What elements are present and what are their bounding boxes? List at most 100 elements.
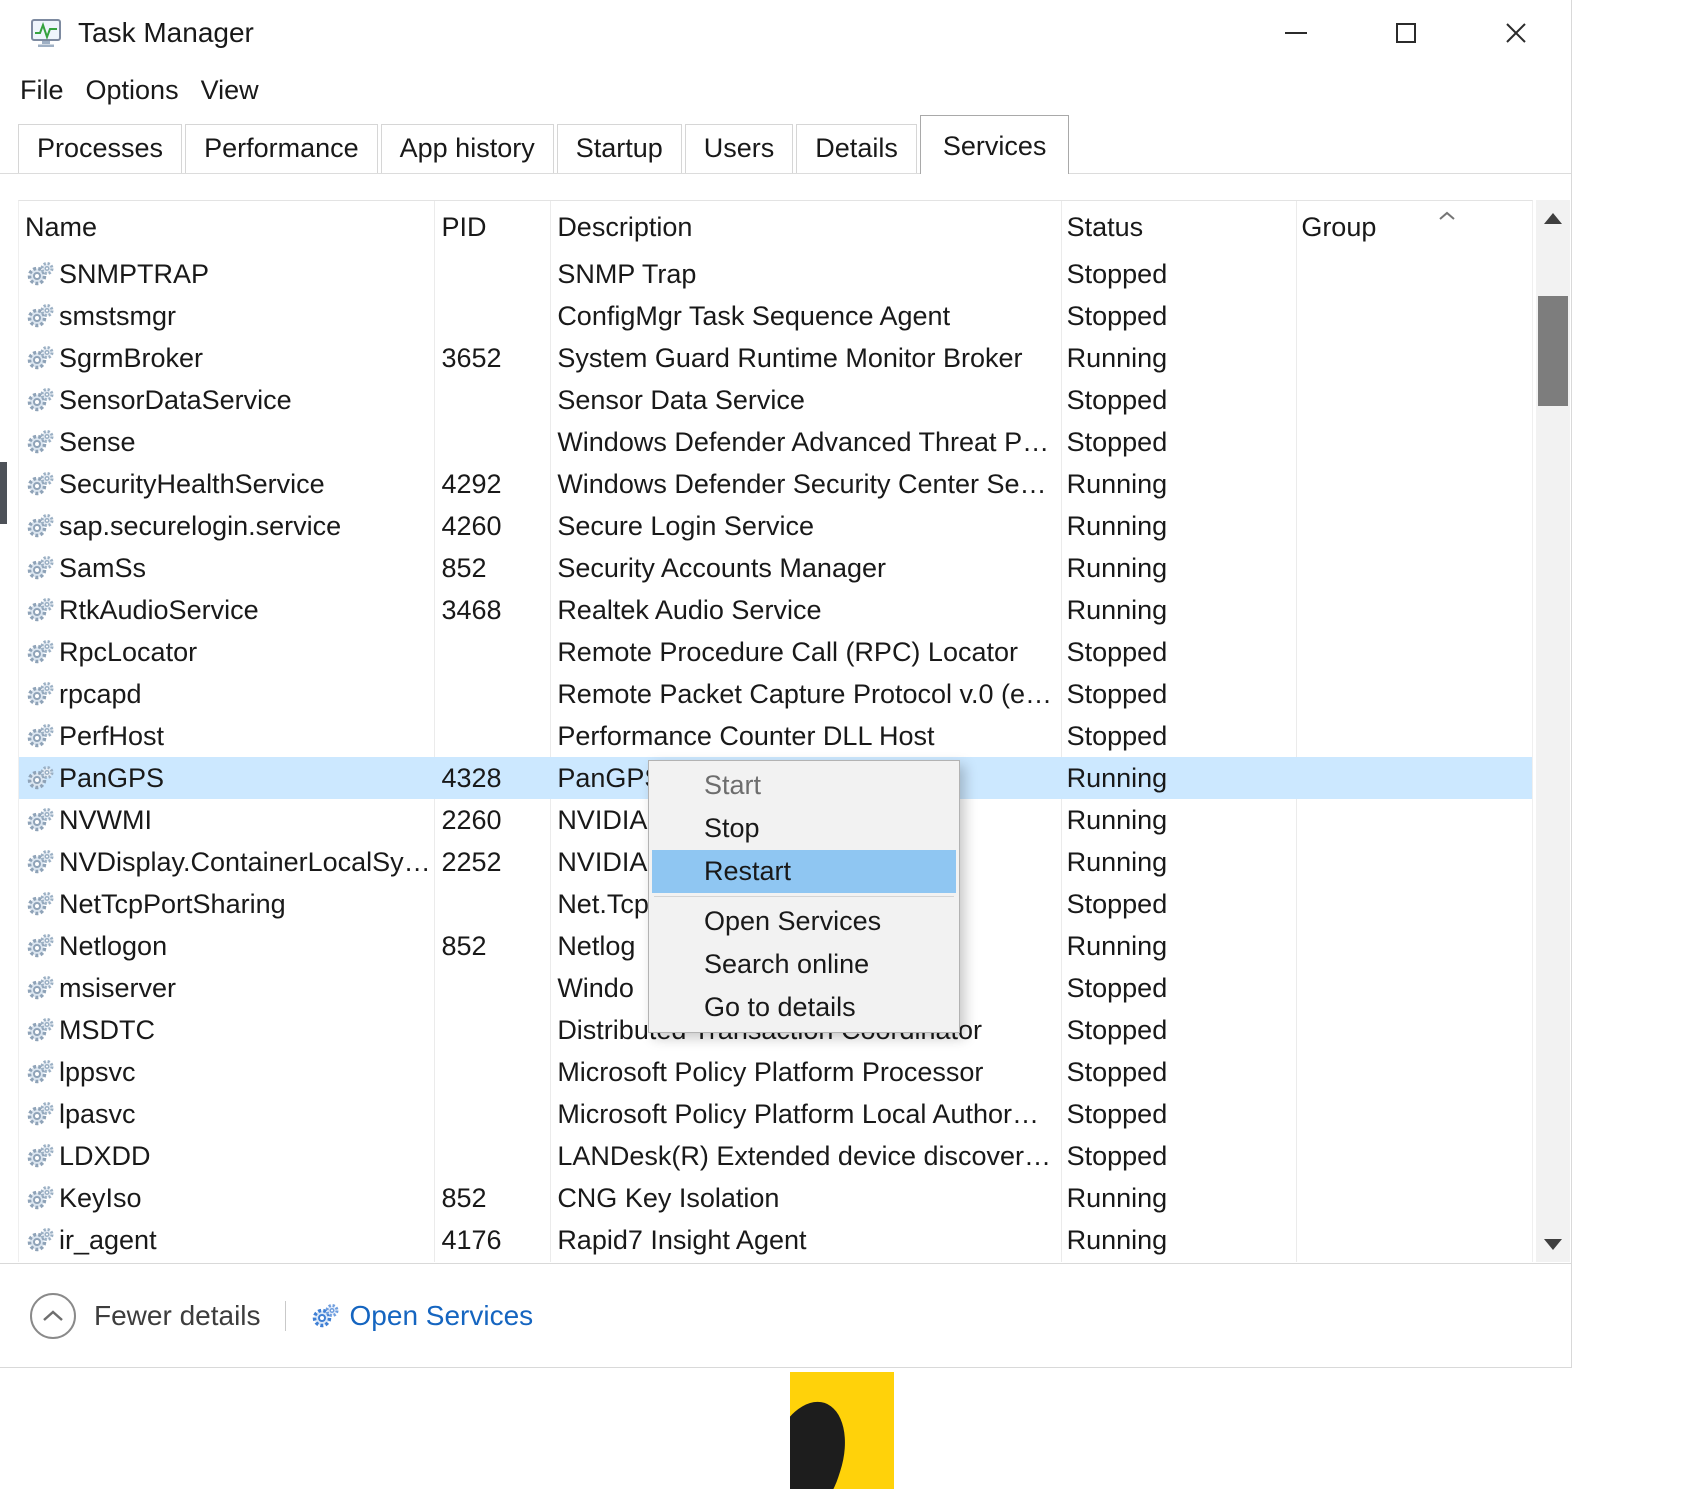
service-pid bbox=[433, 1051, 549, 1093]
column-header-group[interactable]: Group bbox=[1294, 201, 1532, 253]
service-group bbox=[1294, 1135, 1532, 1177]
table-row[interactable]: smstsmgr ConfigMgr Task Sequence Agent S… bbox=[19, 295, 1532, 337]
menu-view[interactable]: View bbox=[201, 75, 259, 106]
service-pid bbox=[433, 631, 549, 673]
table-row[interactable]: SNMPTRAP SNMP Trap Stopped bbox=[19, 253, 1532, 295]
service-group bbox=[1294, 1219, 1532, 1261]
service-status: Stopped bbox=[1060, 1135, 1295, 1177]
service-group bbox=[1294, 1093, 1532, 1135]
menu-item-start[interactable]: Start bbox=[652, 764, 956, 807]
tab-processes[interactable]: Processes bbox=[18, 124, 182, 173]
close-icon bbox=[1504, 21, 1528, 45]
tab-bar: ProcessesPerformanceApp historyStartupUs… bbox=[0, 112, 1571, 174]
menu-options[interactable]: Options bbox=[86, 75, 179, 106]
table-row[interactable]: SecurityHealthService 4292 Windows Defen… bbox=[19, 463, 1532, 505]
service-name: KeyIso bbox=[59, 1183, 142, 1214]
scroll-down-icon bbox=[1544, 1239, 1562, 1250]
menu-item-restart[interactable]: Restart bbox=[652, 850, 956, 893]
open-services-link[interactable]: Open Services bbox=[310, 1300, 534, 1332]
table-row[interactable]: Sense Windows Defender Advanced Threat P… bbox=[19, 421, 1532, 463]
service-name: Netlogon bbox=[59, 931, 167, 962]
menu-bar: File Options View bbox=[0, 66, 259, 114]
menu-item-go-to-details[interactable]: Go to details bbox=[652, 986, 956, 1029]
service-group bbox=[1294, 715, 1532, 757]
column-header-name[interactable]: Name bbox=[19, 201, 433, 253]
service-name: PerfHost bbox=[59, 721, 164, 752]
service-description: Windows Defender Security Center Se… bbox=[549, 463, 1059, 505]
fewer-details-label[interactable]: Fewer details bbox=[94, 1300, 261, 1332]
table-row[interactable]: SamSs 852 Security Accounts Manager Runn… bbox=[19, 547, 1532, 589]
minimize-button[interactable] bbox=[1241, 0, 1351, 66]
service-name: SensorDataService bbox=[59, 385, 292, 416]
service-group bbox=[1294, 1177, 1532, 1219]
service-gear-icon bbox=[25, 1183, 55, 1213]
service-status: Running bbox=[1060, 463, 1295, 505]
table-row[interactable]: ir_agent 4176 Rapid7 Insight Agent Runni… bbox=[19, 1219, 1532, 1261]
column-header-status[interactable]: Status bbox=[1060, 201, 1295, 253]
service-status: Running bbox=[1060, 925, 1295, 967]
service-group bbox=[1294, 1051, 1532, 1093]
service-pid bbox=[433, 1009, 549, 1051]
close-button[interactable] bbox=[1461, 0, 1571, 66]
service-description: Sensor Data Service bbox=[549, 379, 1059, 421]
service-group bbox=[1294, 379, 1532, 421]
fewer-details-button[interactable] bbox=[30, 1293, 76, 1339]
service-name: SecurityHealthService bbox=[59, 469, 325, 500]
tab-users[interactable]: Users bbox=[685, 124, 794, 173]
menu-item-stop[interactable]: Stop bbox=[652, 807, 956, 850]
table-row[interactable]: lppsvc Microsoft Policy Platform Process… bbox=[19, 1051, 1532, 1093]
scroll-up-button[interactable] bbox=[1536, 200, 1570, 236]
menu-file[interactable]: File bbox=[20, 75, 64, 106]
service-status: Stopped bbox=[1060, 883, 1295, 925]
service-pid: 852 bbox=[433, 547, 549, 589]
service-status: Running bbox=[1060, 841, 1295, 883]
menu-item-open-services[interactable]: Open Services bbox=[652, 900, 956, 943]
table-row[interactable]: RtkAudioService 3468 Realtek Audio Servi… bbox=[19, 589, 1532, 631]
table-row[interactable]: SensorDataService Sensor Data Service St… bbox=[19, 379, 1532, 421]
scroll-down-button[interactable] bbox=[1536, 1226, 1570, 1262]
window-controls bbox=[1241, 0, 1571, 66]
left-edge-artifact bbox=[0, 462, 7, 524]
service-status: Running bbox=[1060, 1219, 1295, 1261]
tab-details[interactable]: Details bbox=[796, 124, 917, 173]
table-row[interactable]: rpcapd Remote Packet Capture Protocol v.… bbox=[19, 673, 1532, 715]
maximize-icon bbox=[1396, 23, 1416, 43]
column-header-pid[interactable]: PID bbox=[433, 201, 549, 253]
service-status: Running bbox=[1060, 589, 1295, 631]
maximize-button[interactable] bbox=[1351, 0, 1461, 66]
service-group bbox=[1294, 295, 1532, 337]
scrollbar-thumb[interactable] bbox=[1538, 296, 1568, 406]
service-pid bbox=[433, 379, 549, 421]
service-pid: 852 bbox=[433, 925, 549, 967]
menu-item-search-online[interactable]: Search online bbox=[652, 943, 956, 986]
title-bar: Task Manager bbox=[0, 0, 1571, 66]
menu-separator bbox=[654, 896, 954, 897]
tab-services[interactable]: Services bbox=[920, 115, 1070, 174]
service-group bbox=[1294, 1009, 1532, 1051]
table-row[interactable]: PerfHost Performance Counter DLL Host St… bbox=[19, 715, 1532, 757]
vertical-scrollbar[interactable] bbox=[1536, 200, 1570, 1262]
table-row[interactable]: lpasvc Microsoft Policy Platform Local A… bbox=[19, 1093, 1532, 1135]
table-row[interactable]: SgrmBroker 3652 System Guard Runtime Mon… bbox=[19, 337, 1532, 379]
task-manager-app-icon bbox=[30, 17, 64, 49]
table-row[interactable]: sap.securelogin.service 4260 Secure Logi… bbox=[19, 505, 1532, 547]
table-row[interactable]: KeyIso 852 CNG Key Isolation Running bbox=[19, 1177, 1532, 1219]
service-name: lppsvc bbox=[59, 1057, 136, 1088]
tab-startup[interactable]: Startup bbox=[557, 124, 682, 173]
service-name: rpcapd bbox=[59, 679, 142, 710]
service-name: RtkAudioService bbox=[59, 595, 259, 626]
service-pid: 2252 bbox=[433, 841, 549, 883]
table-row[interactable]: RpcLocator Remote Procedure Call (RPC) L… bbox=[19, 631, 1532, 673]
service-group bbox=[1294, 589, 1532, 631]
table-header: Name PID Description Status Group bbox=[19, 201, 1532, 253]
service-pid: 4328 bbox=[433, 757, 549, 799]
table-row[interactable]: LDXDD LANDesk(R) Extended device discove… bbox=[19, 1135, 1532, 1177]
service-pid: 4292 bbox=[433, 463, 549, 505]
service-name: MSDTC bbox=[59, 1015, 155, 1046]
service-status: Stopped bbox=[1060, 379, 1295, 421]
service-name: RpcLocator bbox=[59, 637, 197, 668]
column-header-description[interactable]: Description bbox=[549, 201, 1059, 253]
tab-app-history[interactable]: App history bbox=[381, 124, 554, 173]
tab-performance[interactable]: Performance bbox=[185, 124, 378, 173]
service-status: Running bbox=[1060, 505, 1295, 547]
